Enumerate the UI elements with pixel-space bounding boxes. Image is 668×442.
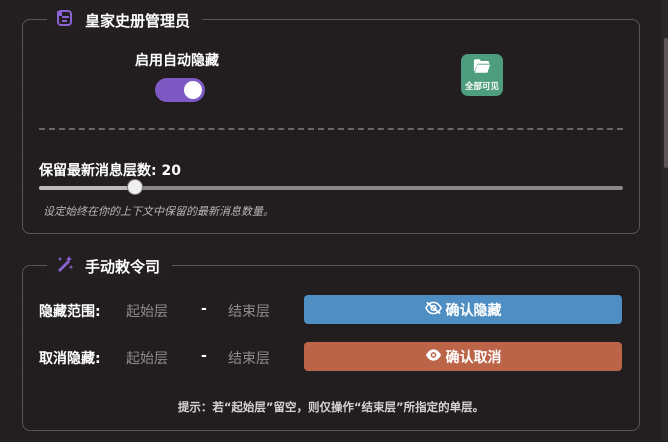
show-all-label: 全部可见 — [464, 82, 499, 92]
archivist-panel-header: 皇家史册管理员 — [47, 8, 203, 32]
confirm-hide-button[interactable]: 确认隐藏 — [304, 295, 622, 324]
slider-thumb[interactable] — [128, 180, 143, 194]
magic-wand-icon — [55, 254, 75, 278]
toggle-knob — [184, 81, 202, 99]
scrollbar-thumb[interactable] — [664, 38, 668, 168]
hide-range-separator: - — [201, 301, 207, 317]
auto-hide-toggle[interactable] — [155, 78, 205, 102]
hide-end-input[interactable]: 结束层 — [214, 301, 284, 321]
confirm-unhide-label: 确认取消 — [445, 349, 502, 366]
eye-slash-icon — [424, 301, 442, 319]
manual-command-panel: 手动敕令司 隐藏范围: 起始层 - 结束层 确认隐藏 取消隐藏: 起始层 - 结… — [22, 254, 640, 431]
auto-hide-label: 启用自动隐藏 — [135, 53, 219, 69]
page-scrollbar[interactable] — [662, 0, 668, 442]
slider-fill — [39, 186, 136, 190]
eye-icon — [425, 348, 442, 366]
show-all-button[interactable]: 全部可见 — [461, 54, 503, 96]
unhide-range-separator: - — [201, 348, 207, 364]
section-divider — [39, 128, 623, 130]
archivist-panel: 皇家史册管理员 启用自动隐藏 全部可见 保留最新消息层数: 20 设定始终在你的… — [22, 8, 640, 234]
usage-hint: 提示：若“起始层”留空，则仅操作“结束层”所指定的单层。 — [177, 400, 485, 414]
hide-start-input[interactable]: 起始层 — [112, 301, 182, 321]
confirm-hide-label: 确认隐藏 — [445, 302, 502, 319]
unhide-start-input[interactable]: 起始层 — [112, 348, 182, 368]
confirm-unhide-button[interactable]: 确认取消 — [304, 342, 622, 371]
unhide-end-input[interactable]: 结束层 — [214, 348, 284, 368]
folder-open-icon — [473, 58, 491, 78]
hide-range-label: 隐藏范围: — [39, 304, 101, 320]
archivist-panel-title: 皇家史册管理员 — [85, 11, 191, 30]
unhide-range-label: 取消隐藏: — [39, 351, 101, 367]
keep-layers-label: 保留最新消息层数: 20 — [39, 163, 181, 179]
manual-command-panel-title: 手动敕令司 — [85, 257, 161, 276]
keep-layers-description: 设定始终在你的上下文中保留的最新消息数量。 — [43, 205, 274, 218]
scroll-icon — [55, 8, 75, 32]
keep-layers-slider[interactable] — [39, 180, 623, 194]
manual-command-panel-header: 手动敕令司 — [47, 254, 173, 278]
